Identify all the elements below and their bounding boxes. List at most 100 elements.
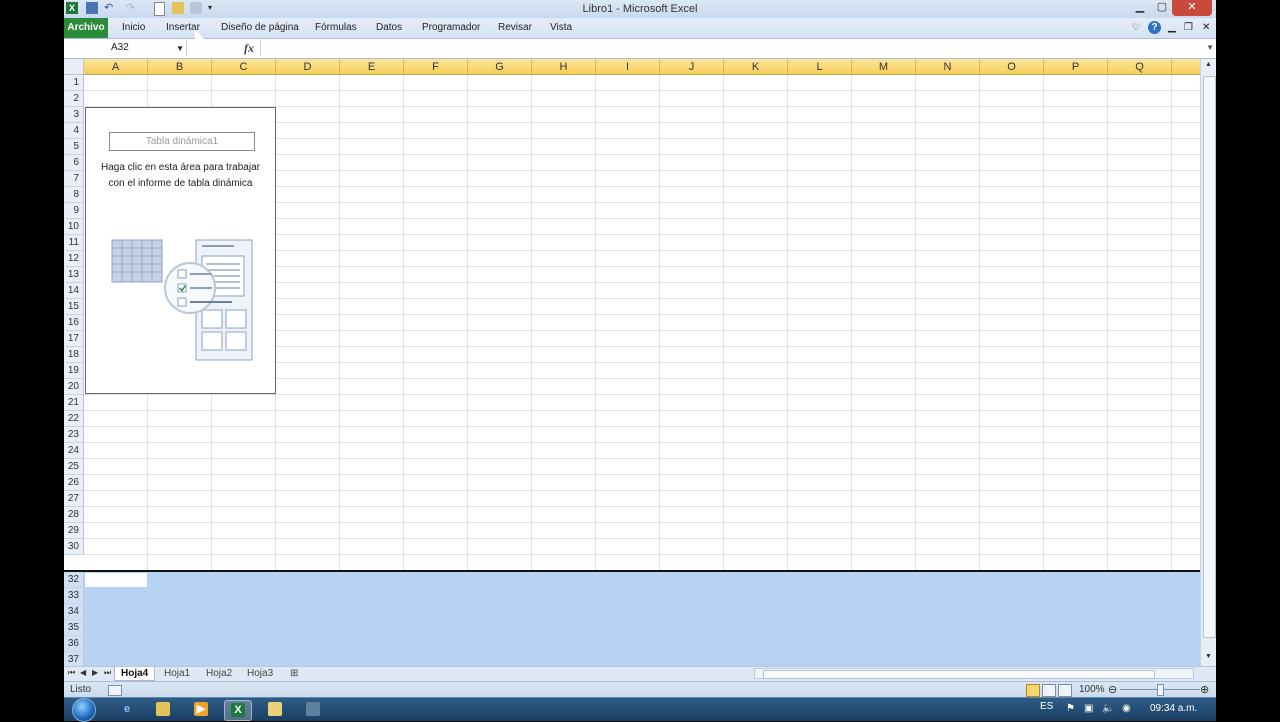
row-header-2[interactable]: 2 (64, 91, 84, 107)
tab-programador[interactable]: Programador (422, 22, 480, 33)
name-box[interactable]: A32 ▼ (66, 40, 187, 56)
taskbar-tool[interactable] (300, 700, 326, 719)
minimize-ribbon-icon[interactable]: ♡ (1132, 22, 1140, 33)
minimize-button[interactable]: ▁ (1128, 0, 1152, 16)
insert-function-icon[interactable]: fx (244, 41, 254, 56)
tab-revisar[interactable]: Revisar (498, 22, 532, 33)
row-header-3[interactable]: 3 (64, 107, 84, 123)
vertical-scroll-thumb[interactable] (1203, 76, 1216, 638)
column-header-o[interactable]: O (980, 59, 1044, 75)
row-header-30[interactable]: 30 (64, 539, 84, 555)
row-header-21[interactable]: 21 (64, 395, 84, 411)
worksheet-grid[interactable]: ABCDEFGHIJKLMNOPQ 1 2 3 4 5 6 7 8 9 10 11 12 13 14 15 1… (64, 59, 1200, 666)
workbook-minimize-icon[interactable]: ▁ (1168, 22, 1176, 33)
row-header-14[interactable]: 14 (64, 283, 84, 299)
zoom-out-icon[interactable]: ⊖ (1108, 683, 1117, 696)
row-header-22[interactable]: 22 (64, 411, 84, 427)
row-header-6[interactable]: 6 (64, 155, 84, 171)
row-header-20[interactable]: 20 (64, 379, 84, 395)
row-header-17[interactable]: 17 (64, 331, 84, 347)
column-header-m[interactable]: M (852, 59, 916, 75)
taskbar-excel[interactable]: X (224, 700, 252, 721)
row-header-36[interactable]: 36 (64, 636, 84, 652)
help-icon[interactable]: ? (1148, 21, 1161, 34)
normal-view-icon[interactable] (1026, 684, 1040, 697)
scroll-up-icon[interactable]: ▲ (1205, 61, 1212, 68)
page-break-view-icon[interactable] (1058, 684, 1072, 697)
pivot-table-placeholder[interactable]: Tabla dinámica1 Haga clic en esta área p… (85, 107, 276, 394)
row-header-7[interactable]: 7 (64, 171, 84, 187)
freeze-split-line[interactable] (64, 570, 1200, 572)
row-header-34[interactable]: 34 (64, 604, 84, 620)
row-header-23[interactable]: 23 (64, 427, 84, 443)
zoom-in-icon[interactable]: ⊕ (1200, 683, 1209, 696)
row-header-10[interactable]: 10 (64, 219, 84, 235)
column-header-p[interactable]: P (1044, 59, 1108, 75)
row-header-4[interactable]: 4 (64, 123, 84, 139)
column-header-partial[interactable] (1172, 59, 1200, 75)
volume-icon[interactable]: 🔈 (1102, 703, 1114, 714)
taskbar-clock[interactable]: 09:34 a.m. (1150, 703, 1197, 714)
scroll-down-icon[interactable]: ▼ (1205, 653, 1212, 660)
tray-app-icon[interactable]: ◉ (1122, 703, 1131, 714)
row-header-16[interactable]: 16 (64, 315, 84, 331)
active-cell[interactable] (85, 573, 147, 587)
row-header-28[interactable]: 28 (64, 507, 84, 523)
vertical-scrollbar[interactable]: ▲ ▼ (1200, 59, 1216, 666)
row-header-27[interactable]: 27 (64, 491, 84, 507)
prev-sheet-icon[interactable]: ◀ (80, 668, 86, 677)
row-header-8[interactable]: 8 (64, 187, 84, 203)
taskbar-files[interactable] (262, 700, 288, 719)
row-header-15[interactable]: 15 (64, 299, 84, 315)
row-header-1[interactable]: 1 (64, 75, 84, 91)
page-layout-view-icon[interactable] (1042, 684, 1056, 697)
first-sheet-icon[interactable]: ⏮ (68, 668, 75, 678)
horizontal-scroll-thumb[interactable] (763, 670, 1155, 679)
input-language[interactable]: ES (1040, 701, 1053, 712)
action-center-icon[interactable]: ⚑ (1066, 703, 1075, 714)
workbook-close-icon[interactable]: ✕ (1202, 22, 1210, 33)
tab-datos[interactable]: Datos (376, 22, 402, 33)
last-sheet-icon[interactable]: ⏭ (104, 668, 111, 678)
column-header-a[interactable]: A (84, 59, 148, 75)
row-header-32[interactable]: 32 (64, 572, 84, 588)
tab-formulas[interactable]: Fórmulas (315, 22, 357, 33)
row-header-35[interactable]: 35 (64, 620, 84, 636)
column-header-g[interactable]: G (468, 59, 532, 75)
network-icon[interactable]: ▣ (1084, 703, 1093, 714)
column-header-c[interactable]: C (212, 59, 276, 75)
horizontal-scrollbar[interactable] (754, 668, 1194, 679)
column-header-f[interactable]: F (404, 59, 468, 75)
row-header-33[interactable]: 33 (64, 588, 84, 604)
column-header-h[interactable]: H (532, 59, 596, 75)
formula-input[interactable] (260, 40, 1205, 56)
tab-archivo[interactable]: Archivo (64, 18, 108, 38)
column-header-j[interactable]: J (660, 59, 724, 75)
column-header-l[interactable]: L (788, 59, 852, 75)
row-header-12[interactable]: 12 (64, 251, 84, 267)
zoom-level[interactable]: 100% (1079, 684, 1105, 695)
start-button[interactable] (72, 698, 96, 722)
column-header-d[interactable]: D (276, 59, 340, 75)
chevron-down-icon[interactable]: ▼ (176, 44, 184, 53)
row-header-25[interactable]: 25 (64, 459, 84, 475)
taskbar-media[interactable]: ▶ (188, 700, 214, 719)
row-header-5[interactable]: 5 (64, 139, 84, 155)
row-header-11[interactable]: 11 (64, 235, 84, 251)
expand-formula-bar-icon[interactable]: ▼ (1206, 43, 1214, 52)
macro-record-icon[interactable] (108, 685, 122, 696)
tab-vista[interactable]: Vista (550, 22, 572, 33)
sheet-tab-hoja4[interactable]: Hoja4 (114, 667, 156, 681)
tab-inicio[interactable]: Inicio (122, 22, 145, 33)
sheet-tab-hoja1[interactable]: Hoja1 (158, 667, 196, 680)
column-header-q[interactable]: Q (1108, 59, 1172, 75)
insert-sheet-icon[interactable]: ⊞ (284, 667, 304, 680)
column-header-i[interactable]: I (596, 59, 660, 75)
select-all-corner[interactable] (64, 59, 84, 75)
taskbar-explorer[interactable] (150, 700, 176, 719)
tab-diseno-pagina[interactable]: Diseño de página (221, 22, 299, 33)
maximize-button[interactable]: ▢ (1150, 0, 1174, 16)
row-header-19[interactable]: 19 (64, 363, 84, 379)
next-sheet-icon[interactable]: ▶ (92, 668, 98, 677)
row-header-13[interactable]: 13 (64, 267, 84, 283)
